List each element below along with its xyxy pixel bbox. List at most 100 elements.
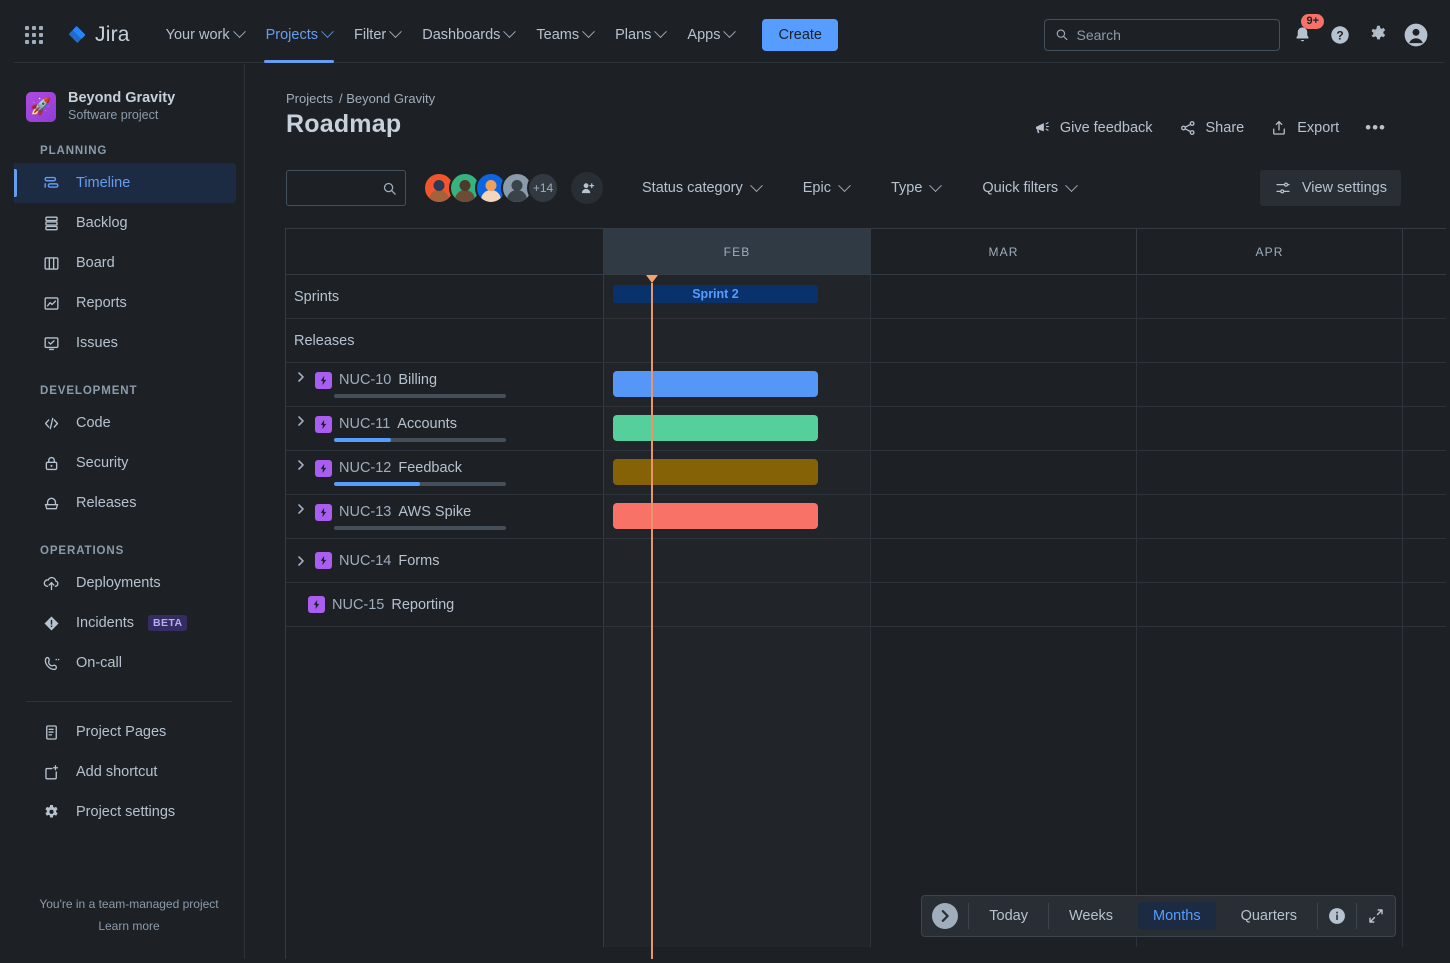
more-actions-button[interactable]: ••• xyxy=(1355,112,1396,144)
zoom-weeks-button[interactable]: Weeks xyxy=(1054,902,1128,930)
search-input[interactable] xyxy=(1077,27,1270,43)
give-feedback-button[interactable]: Give feedback xyxy=(1023,113,1163,143)
nav-item-teams[interactable]: Teams xyxy=(526,7,603,63)
nav-item-filter[interactable]: Filter xyxy=(344,7,410,63)
sidebar-item-timeline[interactable]: Timeline xyxy=(14,163,236,203)
global-search[interactable] xyxy=(1044,19,1280,51)
expand-chevron-icon[interactable] xyxy=(294,556,308,566)
apps-grid-icon[interactable] xyxy=(18,19,50,51)
jira-roadmap-page: Jira Your work Projects Filter Dashboard… xyxy=(0,0,1450,963)
month-column-next[interactable] xyxy=(1403,229,1446,274)
action-label: Give feedback xyxy=(1060,120,1153,136)
nav-item-your-work[interactable]: Your work xyxy=(156,7,254,63)
learn-more-link[interactable]: Learn more xyxy=(14,915,244,937)
sidebar-item-releases[interactable]: Releases xyxy=(14,483,236,523)
epic-name-cell[interactable]: NUC-10 Billing xyxy=(286,363,604,406)
sidebar-item-deployments[interactable]: Deployments xyxy=(14,563,236,603)
timeline-row-epic[interactable]: NUC-13 AWS Spike xyxy=(286,495,1446,539)
filter-epic[interactable]: Epic xyxy=(792,173,860,203)
avatar-overflow-count[interactable]: +14 xyxy=(527,172,559,204)
filter-quick-filters[interactable]: Quick filters xyxy=(971,173,1087,203)
epic-track[interactable] xyxy=(604,407,1446,450)
settings-button[interactable] xyxy=(1362,19,1394,51)
sidebar-item-code[interactable]: Code xyxy=(14,403,236,443)
fullscreen-button[interactable] xyxy=(1357,907,1395,925)
sidebar-item-project-settings[interactable]: Project settings xyxy=(14,792,236,832)
sidebar-item-reports[interactable]: Reports xyxy=(14,283,236,323)
sidebar-item-board[interactable]: Board xyxy=(14,243,236,283)
epic-bar-aws-spike[interactable] xyxy=(613,503,818,529)
top-navigation: Jira Your work Projects Filter Dashboard… xyxy=(14,7,1444,63)
nav-item-apps[interactable]: Apps xyxy=(677,7,744,63)
create-button[interactable]: Create xyxy=(762,19,838,51)
epic-progress-bar xyxy=(334,438,506,442)
epic-summary: AWS Spike xyxy=(398,504,471,520)
timeline-row-epic[interactable]: NUC-12 Feedback xyxy=(286,451,1446,495)
month-column-feb[interactable]: FEB xyxy=(604,229,871,274)
expand-chevron-icon[interactable] xyxy=(294,416,308,426)
sidebar-item-label: Releases xyxy=(76,495,136,511)
filter-type[interactable]: Type xyxy=(880,173,951,203)
sidebar-item-backlog[interactable]: Backlog xyxy=(14,203,236,243)
sidebar-item-on-call[interactable]: On-call xyxy=(14,643,236,683)
jira-logo[interactable]: Jira xyxy=(66,23,130,47)
nav-item-plans[interactable]: Plans xyxy=(605,7,675,63)
zoom-quarters-button[interactable]: Quarters xyxy=(1226,902,1312,930)
timeline-search[interactable] xyxy=(286,170,406,206)
lane-label-sprints: Sprints xyxy=(286,275,604,318)
nav-item-projects[interactable]: Projects xyxy=(256,7,342,63)
sidebar-item-add-shortcut[interactable]: Add shortcut xyxy=(14,752,236,792)
epic-name-cell[interactable]: NUC-15 Reporting xyxy=(286,583,604,626)
timeline-rows: Sprints Sprint 2 Releases xyxy=(286,275,1446,947)
timeline-row-epic[interactable]: NUC-10 Billing xyxy=(286,363,1446,407)
month-column-apr[interactable]: APR xyxy=(1137,229,1403,274)
backlog-icon xyxy=(40,214,62,233)
timeline-search-input[interactable] xyxy=(295,180,382,196)
epic-track[interactable] xyxy=(604,363,1446,406)
svg-text:?: ? xyxy=(1336,28,1343,42)
epic-track[interactable] xyxy=(604,451,1446,494)
timeline-row-epic[interactable]: NUC-14 Forms xyxy=(286,539,1446,583)
epic-name-cell[interactable]: NUC-12 Feedback xyxy=(286,451,604,494)
month-column-mar[interactable]: MAR xyxy=(871,229,1137,274)
epic-track[interactable] xyxy=(604,583,1446,626)
timeline-row-epic[interactable]: NUC-15 Reporting xyxy=(286,583,1446,627)
epic-name-cell[interactable]: NUC-11 Accounts xyxy=(286,407,604,450)
zoom-months-button[interactable]: Months xyxy=(1138,902,1216,930)
notifications-button[interactable]: 9+ xyxy=(1286,19,1318,51)
expand-chevron-icon[interactable] xyxy=(294,460,308,470)
epic-name-cell[interactable]: NUC-14 Forms xyxy=(286,539,604,582)
add-person-button[interactable] xyxy=(571,172,603,204)
share-button[interactable]: Share xyxy=(1169,113,1255,143)
expand-chevron-icon[interactable] xyxy=(294,372,308,382)
sidebar-item-issues[interactable]: Issues xyxy=(14,323,236,363)
sidebar-item-project-pages[interactable]: Project Pages xyxy=(14,712,236,752)
sidebar-item-security[interactable]: Security xyxy=(14,443,236,483)
timeline-row-epic[interactable]: NUC-11 Accounts xyxy=(286,407,1446,451)
filter-status-category[interactable]: Status category xyxy=(631,173,772,203)
view-settings-button[interactable]: View settings xyxy=(1260,170,1401,206)
info-button[interactable] xyxy=(1318,906,1356,926)
sidebar-group-development: Code Security Releases xyxy=(14,403,244,523)
expand-chevron-icon[interactable] xyxy=(294,504,308,514)
today-button[interactable]: Today xyxy=(974,902,1043,930)
sprint-bar[interactable]: Sprint 2 xyxy=(613,285,818,303)
epic-track[interactable] xyxy=(604,539,1446,582)
user-avatar-button[interactable] xyxy=(1400,19,1432,51)
breadcrumb-projects[interactable]: Projects xyxy=(286,91,333,106)
epic-summary: Feedback xyxy=(398,460,462,476)
epic-summary: Forms xyxy=(398,553,439,569)
scroll-forward-button[interactable] xyxy=(932,903,958,929)
epic-bar-feedback[interactable] xyxy=(613,459,818,485)
epic-track[interactable] xyxy=(604,495,1446,538)
export-button[interactable]: Export xyxy=(1260,113,1349,143)
project-header[interactable]: 🚀 Beyond Gravity Software project xyxy=(14,64,244,123)
epic-bar-accounts[interactable] xyxy=(613,415,818,441)
sidebar-item-incidents[interactable]: Incidents BETA xyxy=(14,603,236,643)
pages-icon xyxy=(40,723,62,742)
nav-item-dashboards[interactable]: Dashboards xyxy=(412,7,524,63)
help-button[interactable]: ? xyxy=(1324,19,1356,51)
epic-bar-billing[interactable] xyxy=(613,371,818,397)
epic-name-cell[interactable]: NUC-13 AWS Spike xyxy=(286,495,604,538)
breadcrumb-project[interactable]: / Beyond Gravity xyxy=(339,91,435,106)
